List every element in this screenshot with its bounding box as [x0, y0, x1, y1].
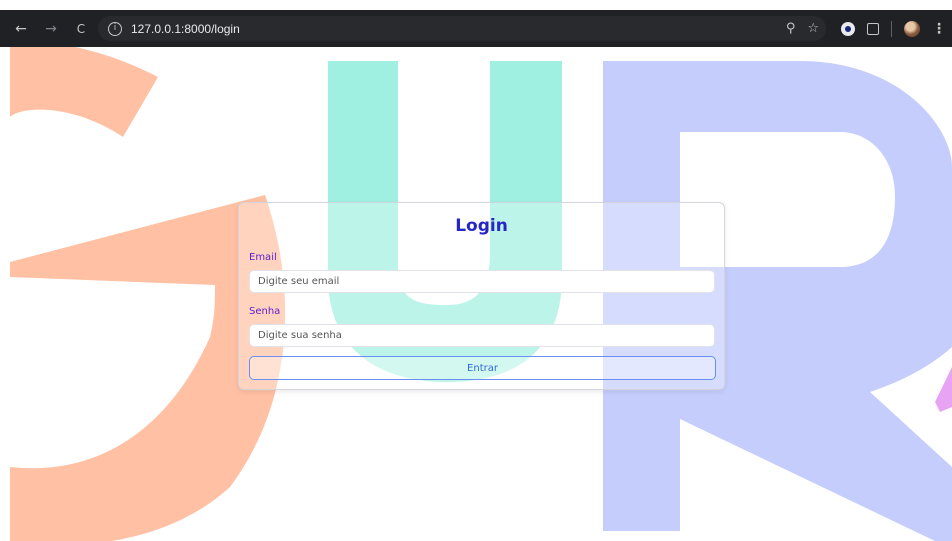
nav-buttons: ← → C — [6, 10, 96, 47]
login-submit-button[interactable]: Entrar — [249, 356, 716, 380]
toolbar-actions: ⚲ ☆ ⋮ — [786, 10, 946, 47]
password-label: Senha — [249, 306, 281, 317]
email-field[interactable] — [249, 270, 715, 293]
reload-icon[interactable]: C — [66, 22, 96, 36]
page-viewport: Login Email Senha Entrar — [0, 47, 952, 541]
toolbar-divider — [891, 20, 892, 37]
bookmark-star-icon[interactable]: ☆ — [807, 21, 819, 36]
browser-toolbar: ← → C i 127.0.0.1:8000/login ⚲ ☆ ⋮ — [0, 10, 952, 47]
zoom-icon[interactable]: ⚲ — [786, 21, 796, 36]
password-field[interactable] — [249, 324, 715, 347]
profile-avatar[interactable] — [904, 20, 920, 37]
extensions-puzzle-icon[interactable] — [867, 22, 879, 35]
url-text[interactable]: 127.0.0.1:8000/login — [131, 22, 240, 36]
login-card: Login Email Senha Entrar — [238, 202, 725, 390]
site-info-icon[interactable]: i — [108, 21, 122, 36]
bg-letter-g — [10, 47, 158, 137]
menu-kebab-icon[interactable]: ⋮ — [932, 21, 946, 37]
login-title: Login — [455, 216, 508, 236]
forward-arrow-icon[interactable]: → — [36, 21, 66, 37]
extension-icon[interactable] — [841, 21, 855, 36]
back-arrow-icon[interactable]: ← — [6, 21, 36, 37]
email-label: Email — [249, 252, 277, 263]
bg-pink-shape — [935, 367, 952, 412]
address-bar[interactable]: i 127.0.0.1:8000/login — [98, 16, 826, 41]
